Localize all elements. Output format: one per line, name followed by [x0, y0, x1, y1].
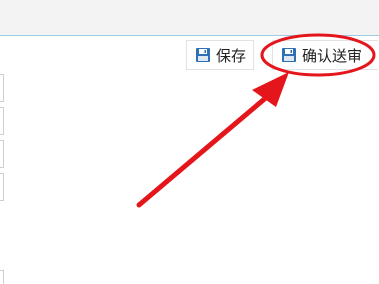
- screen: 保存 确认送审: [0, 0, 379, 284]
- pointer-arrow-head: [252, 72, 289, 107]
- confirm-submit-button-label: 确认送审: [302, 46, 363, 65]
- pointer-arrow-shaft: [136, 93, 271, 208]
- form-field-edge[interactable]: [0, 173, 4, 201]
- form-field-edge[interactable]: [0, 270, 4, 284]
- header-strip: [0, 0, 379, 36]
- form-field-edge[interactable]: [0, 140, 4, 168]
- save-button[interactable]: 保存: [186, 40, 254, 70]
- floppy-disk-icon: [195, 47, 211, 63]
- floppy-disk-icon: [281, 47, 297, 63]
- form-field-edge[interactable]: [0, 74, 4, 102]
- confirm-submit-button[interactable]: 确认送审: [272, 40, 378, 70]
- save-button-label: 保存: [216, 46, 247, 65]
- form-field-edge[interactable]: [0, 107, 4, 135]
